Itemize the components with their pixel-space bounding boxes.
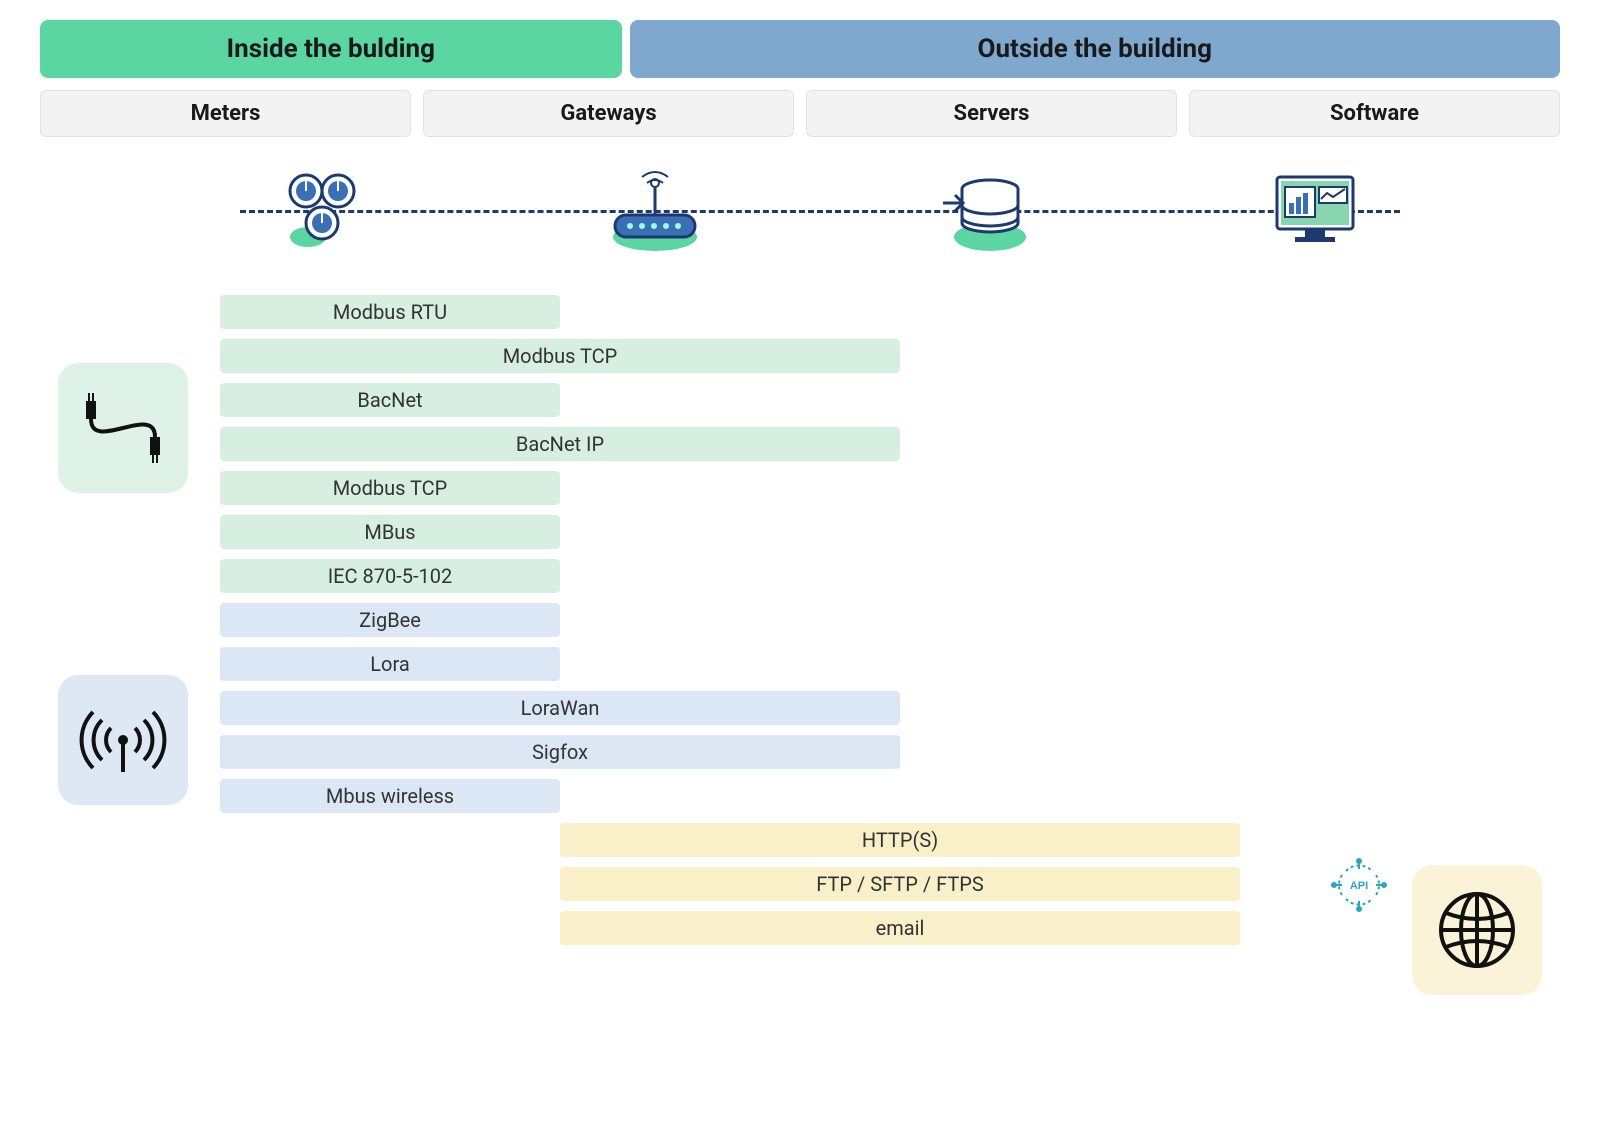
- tab-outside-building: Outside the building: [630, 20, 1560, 78]
- software-icon: [1150, 165, 1480, 255]
- protocol-bar: FTP / SFTP / FTPS: [560, 867, 1240, 901]
- pipeline-icons: [160, 155, 1480, 265]
- protocol-bar: Lora: [220, 647, 560, 681]
- tab-inside-building: Inside the bulding: [40, 20, 622, 78]
- protocol-bar: email: [560, 911, 1240, 945]
- protocol-bar: MBus: [220, 515, 560, 549]
- tab-gateways: Gateways: [423, 90, 794, 137]
- protocol-bar: ZigBee: [220, 603, 560, 637]
- protocol-bar: Modbus RTU: [220, 295, 560, 329]
- protocol-bar: Modbus TCP: [220, 471, 560, 505]
- gateway-icon: [490, 165, 820, 255]
- svg-text:API: API: [1350, 880, 1368, 892]
- protocols-area: API Modbus RTU Modbus TCP BacNet BacNet IP M…: [40, 295, 1560, 945]
- tab-software: Software: [1189, 90, 1560, 137]
- protocol-bar: IEC 870-5-102: [220, 559, 560, 593]
- protocol-bar: Mbus wireless: [220, 779, 560, 813]
- server-icon: [820, 165, 1150, 255]
- protocol-bar: BacNet: [220, 383, 560, 417]
- component-tabs: Meters Gateways Servers Software: [40, 90, 1560, 137]
- protocol-bar: Modbus TCP: [220, 339, 900, 373]
- protocol-bar: LoraWan: [220, 691, 900, 725]
- tab-servers: Servers: [806, 90, 1177, 137]
- protocol-bar: Sigfox: [220, 735, 900, 769]
- tab-meters: Meters: [40, 90, 411, 137]
- wired-icon: [58, 363, 188, 493]
- protocol-bar: BacNet IP: [220, 427, 900, 461]
- internet-icon: [1412, 865, 1542, 995]
- protocol-bar: HTTP(S): [560, 823, 1240, 857]
- top-location-tabs: Inside the bulding Outside the building: [40, 20, 1560, 78]
- api-icon: API: [1328, 857, 1390, 917]
- wireless-icon: [58, 675, 188, 805]
- meters-icon: [160, 165, 490, 255]
